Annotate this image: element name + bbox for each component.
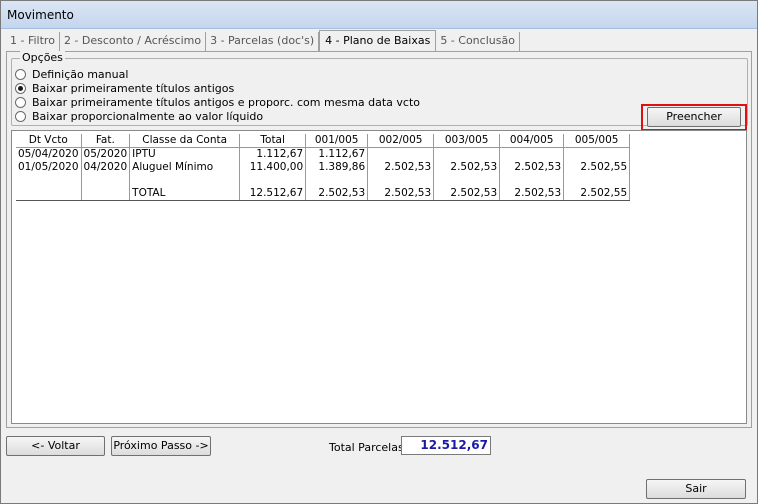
tab-conclusao[interactable]: 5 - Conclusão (436, 32, 520, 51)
cell-002[interactable]: 2.502,53 (367, 161, 435, 174)
cell-003[interactable] (433, 174, 501, 187)
baixas-grid[interactable]: Dt Vcto Fat. Classe da Conta Total 001/0… (11, 130, 747, 424)
radio-label: Baixar primeiramente títulos antigos (32, 81, 235, 95)
cell-001[interactable]: 1.389,86 (305, 161, 369, 174)
tab-filtro[interactable]: 1 - Filtro (6, 32, 60, 51)
col-fat[interactable]: Fat. (81, 134, 131, 148)
cell-004[interactable] (499, 174, 565, 187)
cell-classe[interactable] (129, 174, 241, 187)
movimento-window: Movimento 1 - Filtro 2 - Desconto / Acré… (0, 0, 758, 504)
tab-strip: 1 - Filtro 2 - Desconto / Acréscimo 3 - … (6, 30, 520, 51)
col-003[interactable]: 003/005 (433, 134, 501, 148)
cell-fat[interactable] (81, 187, 131, 201)
cell-002[interactable]: 2.502,53 (367, 187, 435, 201)
proximo-passo-button[interactable]: Próximo Passo -> (111, 436, 211, 456)
radio-titulos-antigos[interactable]: Baixar primeiramente títulos antigos (15, 81, 234, 95)
cell-002[interactable] (367, 147, 435, 161)
tab-panel-plano-de-baixas: Opções Definição manual Baixar primeiram… (6, 51, 752, 428)
radio-label: Baixar primeiramente títulos antigos e p… (32, 95, 421, 109)
cell-dt-vcto[interactable]: 05/04/2020 (16, 147, 82, 161)
cell-fat[interactable]: 04/2020 (81, 161, 131, 174)
cell-004[interactable]: 2.502,53 (499, 161, 565, 174)
cell-005[interactable] (563, 174, 631, 187)
cell-total[interactable] (239, 174, 307, 187)
cell-001[interactable]: 1.112,67 (305, 147, 369, 161)
cell-003[interactable] (433, 147, 501, 161)
cell-003[interactable]: 2.502,53 (433, 187, 501, 201)
radio-proporcional-valor-liquido[interactable]: Baixar proporcionalmente ao valor líquid… (15, 109, 263, 123)
col-004[interactable]: 004/005 (499, 134, 565, 148)
col-classe-conta[interactable]: Classe da Conta (129, 134, 241, 148)
cell-005[interactable] (563, 147, 631, 161)
radio-circle-icon[interactable] (15, 110, 26, 122)
cell-004[interactable]: 2.502,53 (499, 187, 565, 201)
cell-total[interactable]: 11.400,00 (239, 161, 307, 174)
radio-definicao-manual[interactable]: Definição manual (15, 67, 128, 81)
radio-titulos-antigos-proporc[interactable]: Baixar primeiramente títulos antigos e p… (15, 95, 420, 109)
window-title: Movimento (1, 1, 757, 29)
cell-dt-vcto[interactable] (16, 187, 82, 201)
col-002[interactable]: 002/005 (367, 134, 435, 148)
col-001[interactable]: 001/005 (305, 134, 369, 148)
cell-classe[interactable]: IPTU (129, 147, 241, 161)
cell-fat[interactable]: 05/2020 (81, 147, 131, 161)
options-groupbox: Opções Definição manual Baixar primeiram… (11, 51, 748, 141)
sair-button[interactable]: Sair (646, 479, 746, 499)
col-dt-vcto[interactable]: Dt Vcto (16, 134, 82, 148)
tab-parcelas[interactable]: 3 - Parcelas (doc's) (206, 32, 320, 51)
cell-dt-vcto[interactable]: 01/05/2020 (16, 161, 82, 174)
total-parcelas-field: 12.512,67 (401, 436, 491, 455)
radio-label: Baixar proporcionalmente ao valor líquid… (32, 109, 264, 123)
cell-001[interactable] (305, 174, 369, 187)
radio-circle-icon[interactable] (15, 96, 26, 108)
table-row-total[interactable]: TOTAL 12.512,67 2.502,53 2.502,53 2.502,… (16, 187, 631, 201)
cell-total[interactable]: 1.112,67 (239, 147, 307, 161)
cell-005[interactable]: 2.502,55 (563, 161, 631, 174)
cell-classe-total-label[interactable]: TOTAL (129, 187, 241, 201)
cell-002[interactable] (367, 174, 435, 187)
options-legend: Opções (20, 51, 65, 64)
col-005[interactable]: 005/005 (563, 134, 631, 148)
cell-total[interactable]: 12.512,67 (239, 187, 307, 201)
total-parcelas-label: Total Parcelas (329, 441, 404, 454)
cell-004[interactable] (499, 147, 565, 161)
cell-dt-vcto[interactable] (16, 174, 82, 187)
cell-classe[interactable]: Aluguel Mínimo (129, 161, 241, 174)
radio-circle-icon[interactable] (15, 68, 26, 80)
table-row[interactable]: 01/05/2020 04/2020 Aluguel Mínimo 11.400… (16, 161, 631, 174)
cell-003[interactable]: 2.502,53 (433, 161, 501, 174)
cell-001[interactable]: 2.502,53 (305, 187, 369, 201)
cell-005[interactable]: 2.502,55 (563, 187, 631, 201)
voltar-button[interactable]: <- Voltar (6, 436, 105, 456)
cell-fat[interactable] (81, 174, 131, 187)
tab-desconto-acrescimo[interactable]: 2 - Desconto / Acréscimo (60, 32, 207, 51)
grid-header-row: Dt Vcto Fat. Classe da Conta Total 001/0… (16, 134, 631, 148)
table-row[interactable] (16, 174, 631, 187)
preencher-grade-button[interactable]: Preencher Grade (647, 107, 741, 141)
col-total[interactable]: Total (239, 134, 307, 148)
table-row[interactable]: 05/04/2020 05/2020 IPTU 1.112,67 1.112,6… (16, 147, 631, 161)
baixas-table: Dt Vcto Fat. Classe da Conta Total 001/0… (16, 134, 631, 201)
radio-circle-checked-icon[interactable] (15, 82, 26, 94)
tab-plano-de-baixas[interactable]: 4 - Plano de Baixas (319, 30, 437, 51)
radio-label: Definição manual (32, 67, 129, 81)
